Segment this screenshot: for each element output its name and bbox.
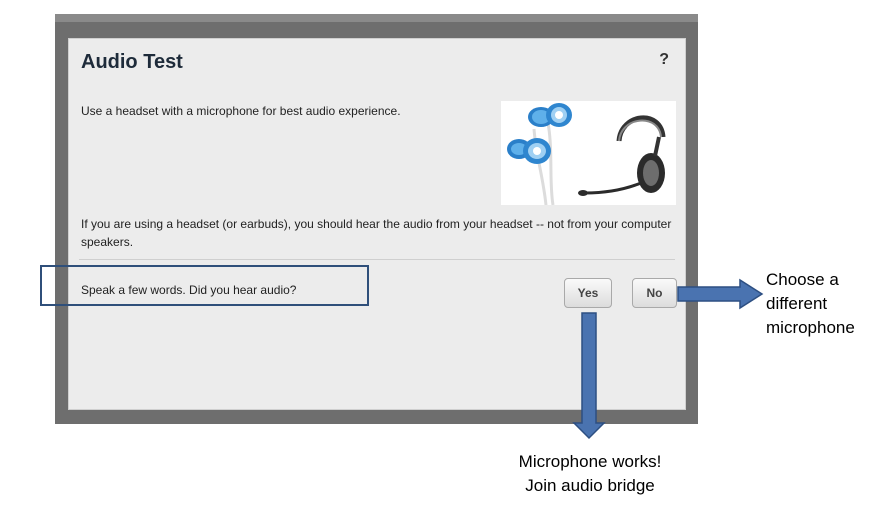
no-outcome-line: different bbox=[766, 294, 828, 313]
right-arrow-icon bbox=[677, 278, 764, 310]
no-outcome-annotation: Choose a different microphone bbox=[766, 268, 855, 340]
no-outcome-line: microphone bbox=[766, 318, 855, 337]
annotation-arrows bbox=[572, 278, 764, 440]
no-outcome-line: Choose a bbox=[766, 270, 839, 289]
screenshot-stage: Audio Test ? Use a headset with a microp… bbox=[0, 0, 874, 510]
yes-outcome-line: Microphone works! bbox=[518, 452, 662, 471]
yes-outcome-annotation: Microphone works! Join audio bridge bbox=[490, 450, 690, 498]
down-arrow-icon bbox=[572, 312, 606, 440]
yes-outcome-line: Join audio bridge bbox=[525, 476, 655, 495]
